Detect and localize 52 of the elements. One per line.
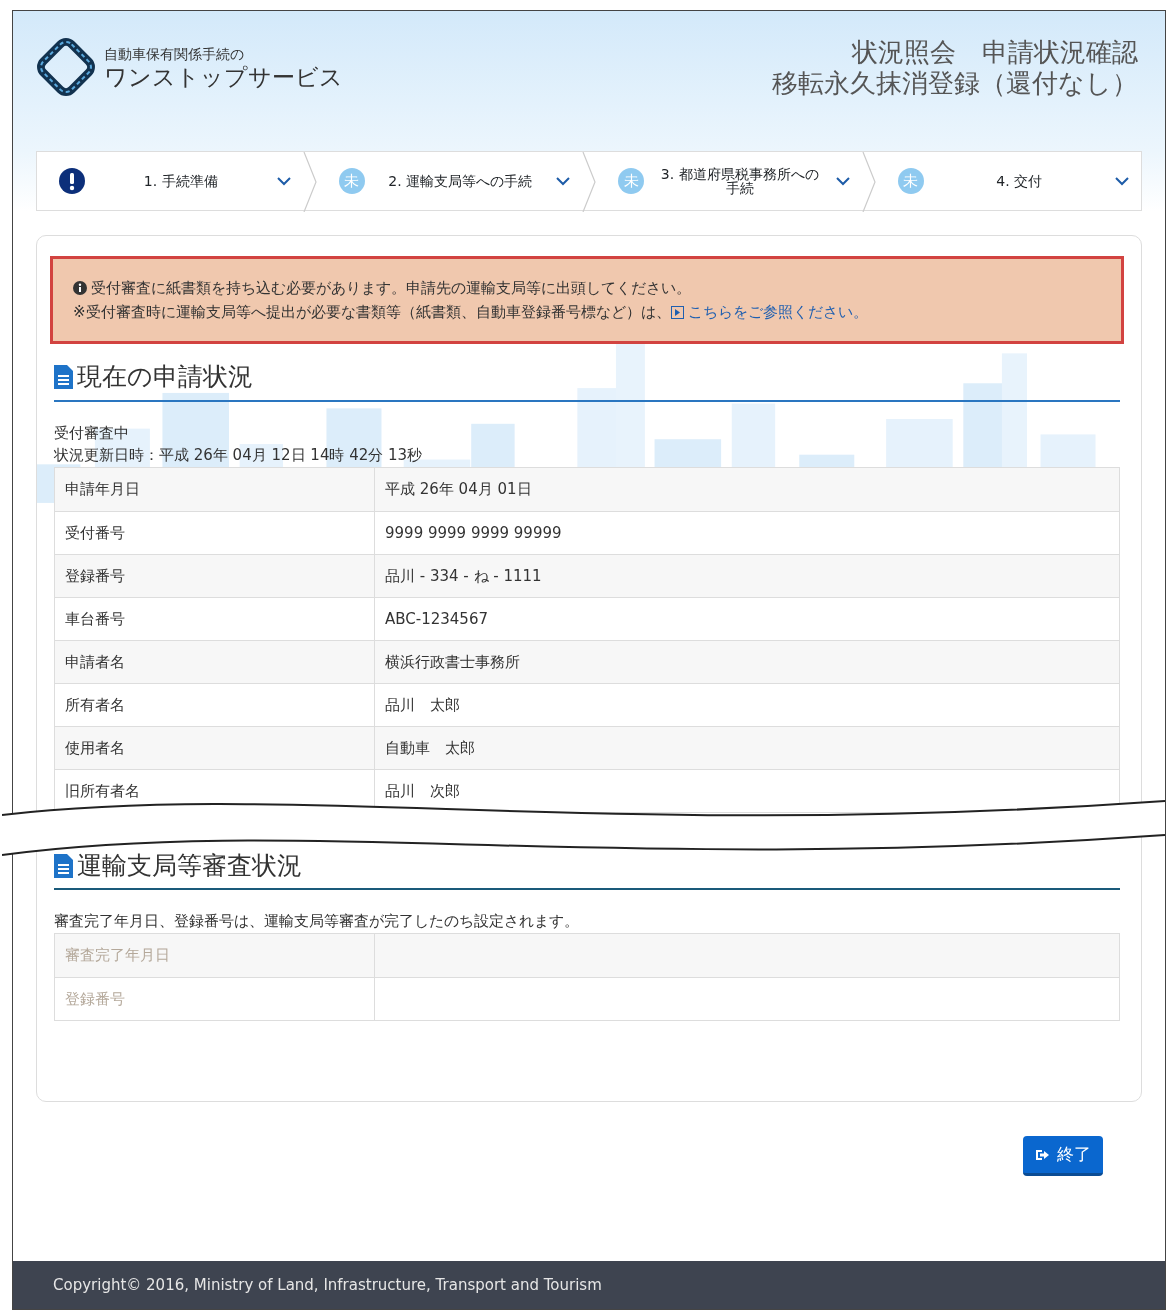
note-text: 審査完了年月日、登録番号は、運輸支局等審査が完了したのち設定されます。 (54, 911, 580, 933)
table-cell: 所有者名 (55, 683, 375, 726)
table-cell-text: 9999 9999 9999 99999 (384, 522, 563, 544)
step-separator (302, 152, 317, 213)
step-tab[interactable]: 未 2. 運輸支局等への手続 (316, 152, 582, 211)
chevron-icon (556, 176, 570, 187)
document-icon (54, 365, 73, 390)
section-heading: 運輸支局等審査状況 (77, 849, 302, 882)
alert-icon (59, 168, 85, 195)
logo-icon (36, 37, 96, 97)
exit-button[interactable]: 終了 (1023, 1135, 1103, 1177)
table-cell: 登録番号 (55, 554, 375, 597)
exit-icon (1035, 1147, 1049, 1162)
document-icon (54, 853, 73, 878)
alert-message: 受付審査に紙書類を持ち込む必要があります。申請先の運輸支局等に出頭してください。 (91, 278, 691, 300)
step-tab[interactable]: 未 4. 交付 (875, 152, 1141, 211)
reference-link[interactable]: こちらをご参照ください。 (670, 300, 868, 325)
step-separator (861, 152, 876, 213)
external-link-icon (670, 305, 684, 319)
logo-title: ワンストップサービス (104, 64, 343, 91)
table-cell: 車台番号 (55, 597, 375, 640)
table-cell-text: 平成 26年 04月 01日 (384, 479, 533, 501)
page-title: 移転永久抹消登録（還付なし） (772, 68, 1138, 100)
section-heading: 現在の申請状況 (77, 361, 253, 394)
status-text: 受付審査中 (54, 422, 130, 444)
pending-badge: 未 (618, 168, 644, 195)
logo-caption: 自動車保有関係手続の (104, 44, 245, 64)
pending-badge: 未 (338, 168, 365, 195)
table-cell-text: ABC-1234567 (384, 608, 489, 630)
table-cell: 申請者名 (55, 640, 375, 683)
table-cell-text: 横浜行政書士事務所 (384, 651, 521, 673)
table-cell-text: 品川 太郎 (384, 694, 461, 716)
table-cell: 受付番号 (55, 511, 375, 554)
pending-badge: 未 (897, 168, 924, 195)
table-cell: 登録番号 (55, 977, 375, 1020)
step-tab[interactable]: 1. 手続準備 (37, 152, 303, 211)
chevron-icon (835, 176, 850, 187)
info-icon (73, 281, 87, 296)
table-cell-text: 自動車 太郎 (384, 737, 476, 759)
step-separator (582, 152, 596, 213)
chevron-icon (276, 176, 291, 187)
table-cell: 申請年月日 (55, 467, 375, 511)
chevron-icon (1115, 176, 1129, 187)
table-cell: 審査完了年月日 (55, 933, 375, 977)
table-cell-text: 品川 次郎 (384, 780, 461, 802)
table-cell: 使用者名 (55, 726, 375, 769)
table-cell-text: 品川 - 334 - ね - 1111 (384, 565, 543, 587)
step-tab[interactable]: 未 3. 都道府県税事務所への手続 (596, 152, 862, 211)
updated-time: 状況更新日時：平成 26年 04月 12日 14時 42分 13秒 (54, 445, 424, 467)
alert-note: ※受付審査時に運輸支局等へ提出が必要な書類等（紙書類、自動車登録番号標など）は、 (73, 302, 671, 324)
footer-copyright: Copyright© 2016, Ministry of Land, Infrastructure, Transport and Tourism (13, 1261, 1165, 1309)
page-title: 状況照会 申請状況確認 (850, 37, 1138, 69)
